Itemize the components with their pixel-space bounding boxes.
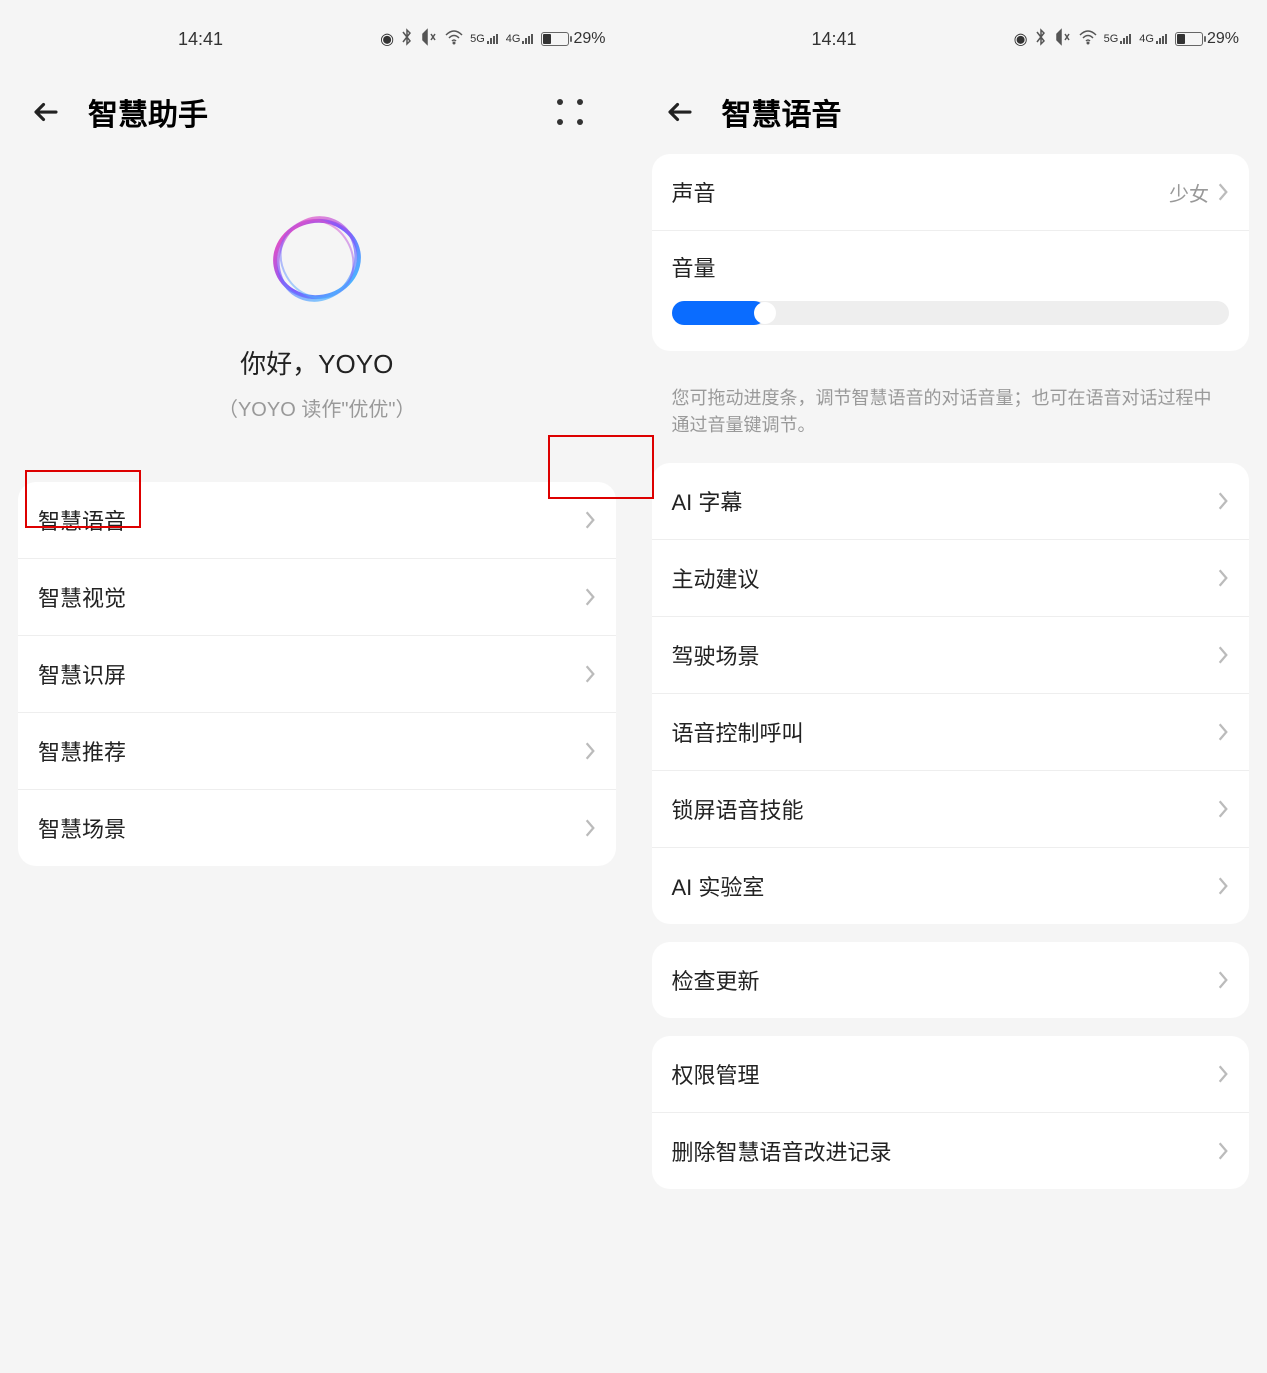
chevron-right-icon [584,664,596,684]
list-item-vision[interactable]: 智慧视觉 [18,559,616,636]
page-title: 智慧语音 [722,90,1240,134]
eye-icon: ◉ [1014,29,1028,49]
list-item-label: 主动建议 [672,562,760,594]
bluetooth-icon [1034,28,1048,51]
list-item-permissions[interactable]: 权限管理 [652,1036,1250,1113]
list-item-label: 智慧语音 [38,504,126,536]
list-item-ai-subtitle[interactable]: AI 字幕 [652,463,1250,540]
chevron-right-icon [1217,182,1229,202]
signal-4g: 4G [1139,32,1169,46]
chevron-right-icon [1217,645,1229,665]
sound-value: 少女 [1169,178,1209,207]
list-item-voice-call[interactable]: 语音控制呼叫 [652,694,1250,771]
sound-card: 声音 少女 音量 [652,154,1250,351]
chevron-right-icon [1217,876,1229,896]
list-item-ai-lab[interactable]: AI 实验室 [652,848,1250,924]
wifi-icon [1078,29,1098,50]
right-screen: 14:41 ◉ 5G 4G 29% 智慧语音 声音 [634,0,1267,1373]
title-bar: 智慧助手 [18,60,616,154]
features-card: AI 字幕 主动建议 驾驶场景 语音控制呼叫 锁屏语音技能 AI 实验室 [652,463,1250,924]
list-item-label: 语音控制呼叫 [672,716,804,748]
list-item-recommend[interactable]: 智慧推荐 [18,713,616,790]
chevron-right-icon [584,510,596,530]
list-item-voice[interactable]: 智慧语音 [18,482,616,559]
feature-list-card: 智慧语音 智慧视觉 智慧识屏 智慧推荐 智慧场景 [18,482,616,866]
list-item-driving[interactable]: 驾驶场景 [652,617,1250,694]
status-bar: 14:41 ◉ 5G 4G 29% [652,18,1250,60]
mute-icon [420,28,438,51]
volume-slider[interactable] [672,301,1230,325]
list-item-label: 智慧场景 [38,812,126,844]
list-item-label: 锁屏语音技能 [672,793,804,825]
mute-icon [1054,28,1072,51]
battery-indicator: 29% [541,30,605,48]
list-item-label: 删除智慧语音改进记录 [672,1135,892,1167]
sound-label: 声音 [672,176,716,208]
update-card: 检查更新 [652,942,1250,1018]
status-time: 14:41 [178,29,223,50]
status-icons: ◉ 5G 4G 29% [1014,28,1239,51]
signal-4g: 4G [506,32,536,46]
volume-row: 音量 [652,231,1250,351]
chevron-right-icon [1217,799,1229,819]
chevron-right-icon [1217,1141,1229,1161]
list-item-scene[interactable]: 智慧场景 [18,790,616,866]
chevron-right-icon [584,741,596,761]
more-button[interactable] [554,96,586,128]
chevron-right-icon [584,818,596,838]
battery-indicator: 29% [1175,30,1239,48]
list-item-proactive[interactable]: 主动建议 [652,540,1250,617]
slider-thumb[interactable] [754,302,776,324]
bluetooth-icon [400,28,414,51]
list-item-label: 驾驶场景 [672,639,760,671]
permissions-card: 权限管理 删除智慧语音改进记录 [652,1036,1250,1189]
list-item-label: AI 字幕 [672,485,743,517]
status-bar: 14:41 ◉ 5G 4G 29% [18,18,616,60]
list-item-label: 权限管理 [672,1058,760,1090]
hero-subtitle: （YOYO 读作"优优"） [18,393,616,422]
list-item-label: AI 实验室 [672,870,765,902]
slider-fill [672,301,767,325]
status-icons: ◉ 5G 4G 29% [380,28,605,51]
list-item-label: 智慧推荐 [38,735,126,767]
page-title: 智慧助手 [88,90,530,134]
chevron-right-icon [1217,970,1229,990]
back-button[interactable] [28,94,64,130]
list-item-delete-records[interactable]: 删除智慧语音改进记录 [652,1113,1250,1189]
eye-icon: ◉ [380,29,394,49]
left-screen: 14:41 ◉ 5G 4G 29% 智慧助手 [0,0,634,1373]
hero-title: 你好，YOYO [18,344,616,381]
title-bar: 智慧语音 [652,60,1250,154]
wifi-icon [444,29,464,50]
list-item-label: 智慧视觉 [38,581,126,613]
list-item-label: 检查更新 [672,964,760,996]
status-time: 14:41 [812,29,857,50]
hero-section: 你好，YOYO （YOYO 读作"优优"） [18,154,616,462]
chevron-right-icon [1217,491,1229,511]
signal-5g: 5G [470,32,500,46]
sound-row[interactable]: 声音 少女 [652,154,1250,231]
volume-label: 音量 [672,251,1230,283]
chevron-right-icon [1217,722,1229,742]
chevron-right-icon [584,587,596,607]
yoyo-logo-icon [262,204,372,314]
list-item-label: 智慧识屏 [38,658,126,690]
list-item-check-update[interactable]: 检查更新 [652,942,1250,1018]
signal-5g: 5G [1104,32,1134,46]
volume-hint: 您可拖动进度条，调节智慧语音的对话音量；也可在语音对话过程中通过音量键调节。 [652,369,1250,463]
list-item-lock-screen[interactable]: 锁屏语音技能 [652,771,1250,848]
back-button[interactable] [662,94,698,130]
chevron-right-icon [1217,568,1229,588]
list-item-screen[interactable]: 智慧识屏 [18,636,616,713]
chevron-right-icon [1217,1064,1229,1084]
